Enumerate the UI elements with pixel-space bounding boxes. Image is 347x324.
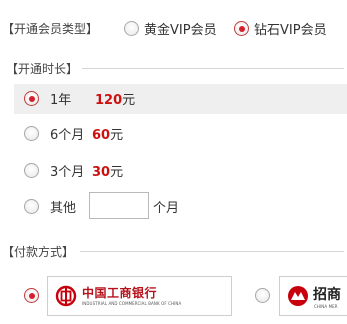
duration-1year-label[interactable]: 1年 <box>50 89 71 108</box>
radio-duration-6months[interactable] <box>24 126 39 141</box>
cmb-logo-icon <box>288 286 308 306</box>
price-value: 60 <box>92 128 111 143</box>
radio-bank-icbc[interactable] <box>24 288 39 303</box>
payment-title-divider <box>80 251 344 252</box>
duration-6months-price: 60元 <box>92 124 123 143</box>
duration-title: 【开通时长】 <box>6 62 79 76</box>
diamond-vip-label[interactable]: 钻石VIP会员 <box>254 19 327 38</box>
radio-duration-1year[interactable] <box>24 91 39 106</box>
radio-duration-other[interactable] <box>24 199 39 214</box>
duration-3months-price: 30元 <box>92 161 123 180</box>
icbc-logo-icon <box>55 285 77 307</box>
price-unit: 元 <box>110 128 124 143</box>
duration-3months-label[interactable]: 3个月 <box>50 161 84 180</box>
price-unit: 元 <box>110 165 124 180</box>
duration-other-label[interactable]: 其他 <box>50 197 76 216</box>
payment-title: 【付款方式】 <box>2 245 75 259</box>
price-value: 120 <box>95 93 123 108</box>
other-months-suffix: 个月 <box>153 201 180 216</box>
cmb-bank-english-name: CHINA MER <box>314 304 338 309</box>
membership-type-title: 【开通会员类型】 <box>2 22 99 36</box>
icbc-bank-name: 中国工商银行 <box>82 286 158 300</box>
duration-6months-label[interactable]: 6个月 <box>50 124 84 143</box>
icbc-bank-english-name: INDUSTRIAL AND COMMERCIAL BANK OF CHINA <box>82 301 182 306</box>
radio-diamond-vip[interactable] <box>234 21 249 36</box>
radio-duration-3months[interactable] <box>24 163 39 178</box>
bank-card-icbc[interactable]: 中国工商银行 INDUSTRIAL AND COMMERCIAL BANK OF… <box>47 276 232 316</box>
duration-title-divider <box>82 68 344 69</box>
gold-vip-label[interactable]: 黄金VIP会员 <box>144 19 217 38</box>
cmb-bank-name: 招商 <box>313 287 341 303</box>
bank-card-cmb[interactable]: 招商 CHINA MER <box>279 276 347 316</box>
radio-gold-vip[interactable] <box>124 21 139 36</box>
price-value: 30 <box>92 165 111 180</box>
duration-1year-price: 120元 <box>95 89 135 108</box>
other-months-input[interactable] <box>89 192 149 219</box>
radio-bank-cmb[interactable] <box>255 288 270 303</box>
price-unit: 元 <box>122 93 136 108</box>
